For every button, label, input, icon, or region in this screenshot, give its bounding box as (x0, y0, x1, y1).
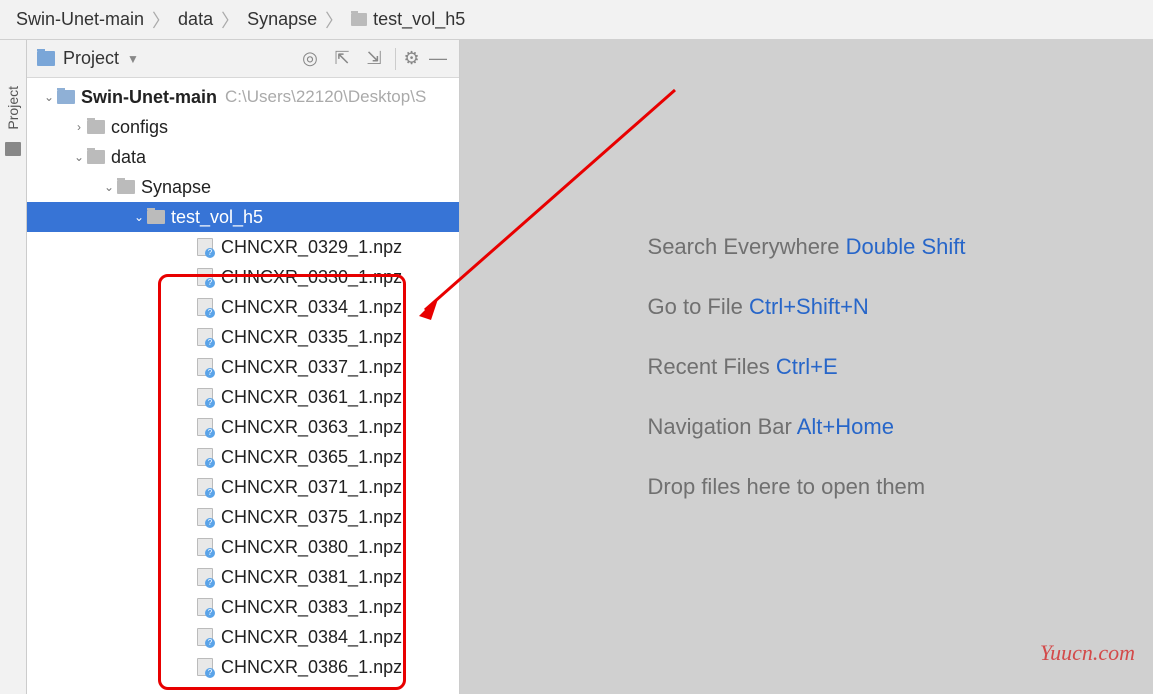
project-tool-window: Project ▼ ◎ ⇱ ⇲ ⚙ — ⌄ Swin-Unet-main C:\… (27, 40, 460, 694)
chevron-down-icon[interactable]: ⌄ (71, 150, 87, 164)
tree-file[interactable]: CHNCXR_0330_1.npz (27, 262, 459, 292)
file-icon (197, 418, 213, 436)
file-icon (197, 238, 213, 256)
folder-icon (87, 120, 105, 134)
tree-file[interactable]: CHNCXR_0380_1.npz (27, 532, 459, 562)
tree-root[interactable]: ⌄ Swin-Unet-main C:\Users\22120\Desktop\… (27, 82, 459, 112)
tree-node-data[interactable]: ⌄ data (27, 142, 459, 172)
chevron-right-icon: 〉 (219, 7, 241, 33)
crumb-test-vol[interactable]: test_vol_h5 (345, 9, 471, 30)
hide-icon[interactable]: — (427, 48, 449, 70)
tree-file[interactable]: CHNCXR_0383_1.npz (27, 592, 459, 622)
file-icon (197, 328, 213, 346)
chevron-right-icon[interactable]: › (71, 120, 87, 134)
crumb-data[interactable]: data (172, 9, 219, 30)
folder-icon (117, 180, 135, 194)
file-name: CHNCXR_0383_1.npz (221, 597, 402, 618)
folder-icon (57, 90, 75, 104)
tree-file[interactable]: CHNCXR_0365_1.npz (27, 442, 459, 472)
tree-file[interactable]: CHNCXR_0381_1.npz (27, 562, 459, 592)
file-name: CHNCXR_0361_1.npz (221, 387, 402, 408)
file-icon (197, 508, 213, 526)
pane-title[interactable]: Project (63, 48, 119, 69)
chevron-right-icon: 〉 (150, 7, 172, 33)
expand-all-icon[interactable]: ⇱ (331, 48, 353, 70)
tree-file[interactable]: CHNCXR_0384_1.npz (27, 622, 459, 652)
target-icon[interactable]: ◎ (299, 48, 321, 70)
file-icon (197, 478, 213, 496)
collapse-all-icon[interactable]: ⇲ (363, 48, 385, 70)
folder-icon (351, 13, 367, 26)
chevron-right-icon: 〉 (323, 7, 345, 33)
file-name: CHNCXR_0375_1.npz (221, 507, 402, 528)
shortcut: Ctrl+Shift+N (749, 294, 869, 319)
tree-file[interactable]: CHNCXR_0337_1.npz (27, 352, 459, 382)
tree-file[interactable]: CHNCXR_0329_1.npz (27, 232, 459, 262)
file-name: CHNCXR_0329_1.npz (221, 237, 402, 258)
file-name: CHNCXR_0334_1.npz (221, 297, 402, 318)
file-name: CHNCXR_0386_1.npz (221, 657, 402, 678)
gear-icon[interactable]: ⚙ (395, 48, 417, 70)
file-icon (197, 268, 213, 286)
file-name: CHNCXR_0381_1.npz (221, 567, 402, 588)
tree-file[interactable]: CHNCXR_0334_1.npz (27, 292, 459, 322)
editor-hints: Search Everywhere Double Shift Go to Fil… (648, 217, 966, 517)
folder-icon (87, 150, 105, 164)
watermark: Yuucn.com (1040, 640, 1135, 666)
tree-file[interactable]: CHNCXR_0371_1.npz (27, 472, 459, 502)
folder-icon (147, 210, 165, 224)
file-icon (197, 628, 213, 646)
shortcut: Double Shift (846, 234, 966, 259)
chevron-down-icon[interactable]: ⌄ (131, 210, 147, 224)
shortcut: Ctrl+E (776, 354, 838, 379)
editor-empty-area[interactable]: Search Everywhere Double Shift Go to Fil… (460, 40, 1153, 694)
file-icon (197, 298, 213, 316)
file-icon (197, 538, 213, 556)
chevron-down-icon[interactable]: ⌄ (41, 90, 57, 104)
path-hint: C:\Users\22120\Desktop\S (225, 87, 426, 107)
project-tree[interactable]: ⌄ Swin-Unet-main C:\Users\22120\Desktop\… (27, 78, 459, 694)
sidebar-tab-label: Project (5, 80, 21, 136)
sidebar-tab-project[interactable]: Project (0, 40, 27, 694)
project-icon (5, 142, 21, 156)
file-name: CHNCXR_0337_1.npz (221, 357, 402, 378)
file-name: CHNCXR_0371_1.npz (221, 477, 402, 498)
file-name: CHNCXR_0335_1.npz (221, 327, 402, 348)
shortcut: Alt+Home (797, 414, 894, 439)
tree-file[interactable]: CHNCXR_0361_1.npz (27, 382, 459, 412)
tree-file[interactable]: CHNCXR_0386_1.npz (27, 652, 459, 682)
project-folder-icon (37, 51, 55, 66)
chevron-down-icon[interactable]: ▼ (127, 52, 139, 66)
crumb-root[interactable]: Swin-Unet-main (10, 9, 150, 30)
chevron-down-icon[interactable]: ⌄ (101, 180, 117, 194)
file-icon (197, 388, 213, 406)
tree-node-test-vol-h5[interactable]: ⌄ test_vol_h5 (27, 202, 459, 232)
tree-node-configs[interactable]: › configs (27, 112, 459, 142)
file-icon (197, 658, 213, 676)
file-name: CHNCXR_0380_1.npz (221, 537, 402, 558)
pane-header: Project ▼ ◎ ⇱ ⇲ ⚙ — (27, 40, 459, 78)
file-icon (197, 358, 213, 376)
file-name: CHNCXR_0384_1.npz (221, 627, 402, 648)
tree-file[interactable]: CHNCXR_0363_1.npz (27, 412, 459, 442)
file-name: CHNCXR_0363_1.npz (221, 417, 402, 438)
file-icon (197, 598, 213, 616)
breadcrumb[interactable]: Swin-Unet-main 〉 data 〉 Synapse 〉 test_v… (0, 0, 1153, 40)
tree-file[interactable]: CHNCXR_0335_1.npz (27, 322, 459, 352)
tree-file[interactable]: CHNCXR_0375_1.npz (27, 502, 459, 532)
file-name: CHNCXR_0330_1.npz (221, 267, 402, 288)
file-icon (197, 568, 213, 586)
file-icon (197, 448, 213, 466)
file-name: CHNCXR_0365_1.npz (221, 447, 402, 468)
crumb-synapse[interactable]: Synapse (241, 9, 323, 30)
tree-node-synapse[interactable]: ⌄ Synapse (27, 172, 459, 202)
